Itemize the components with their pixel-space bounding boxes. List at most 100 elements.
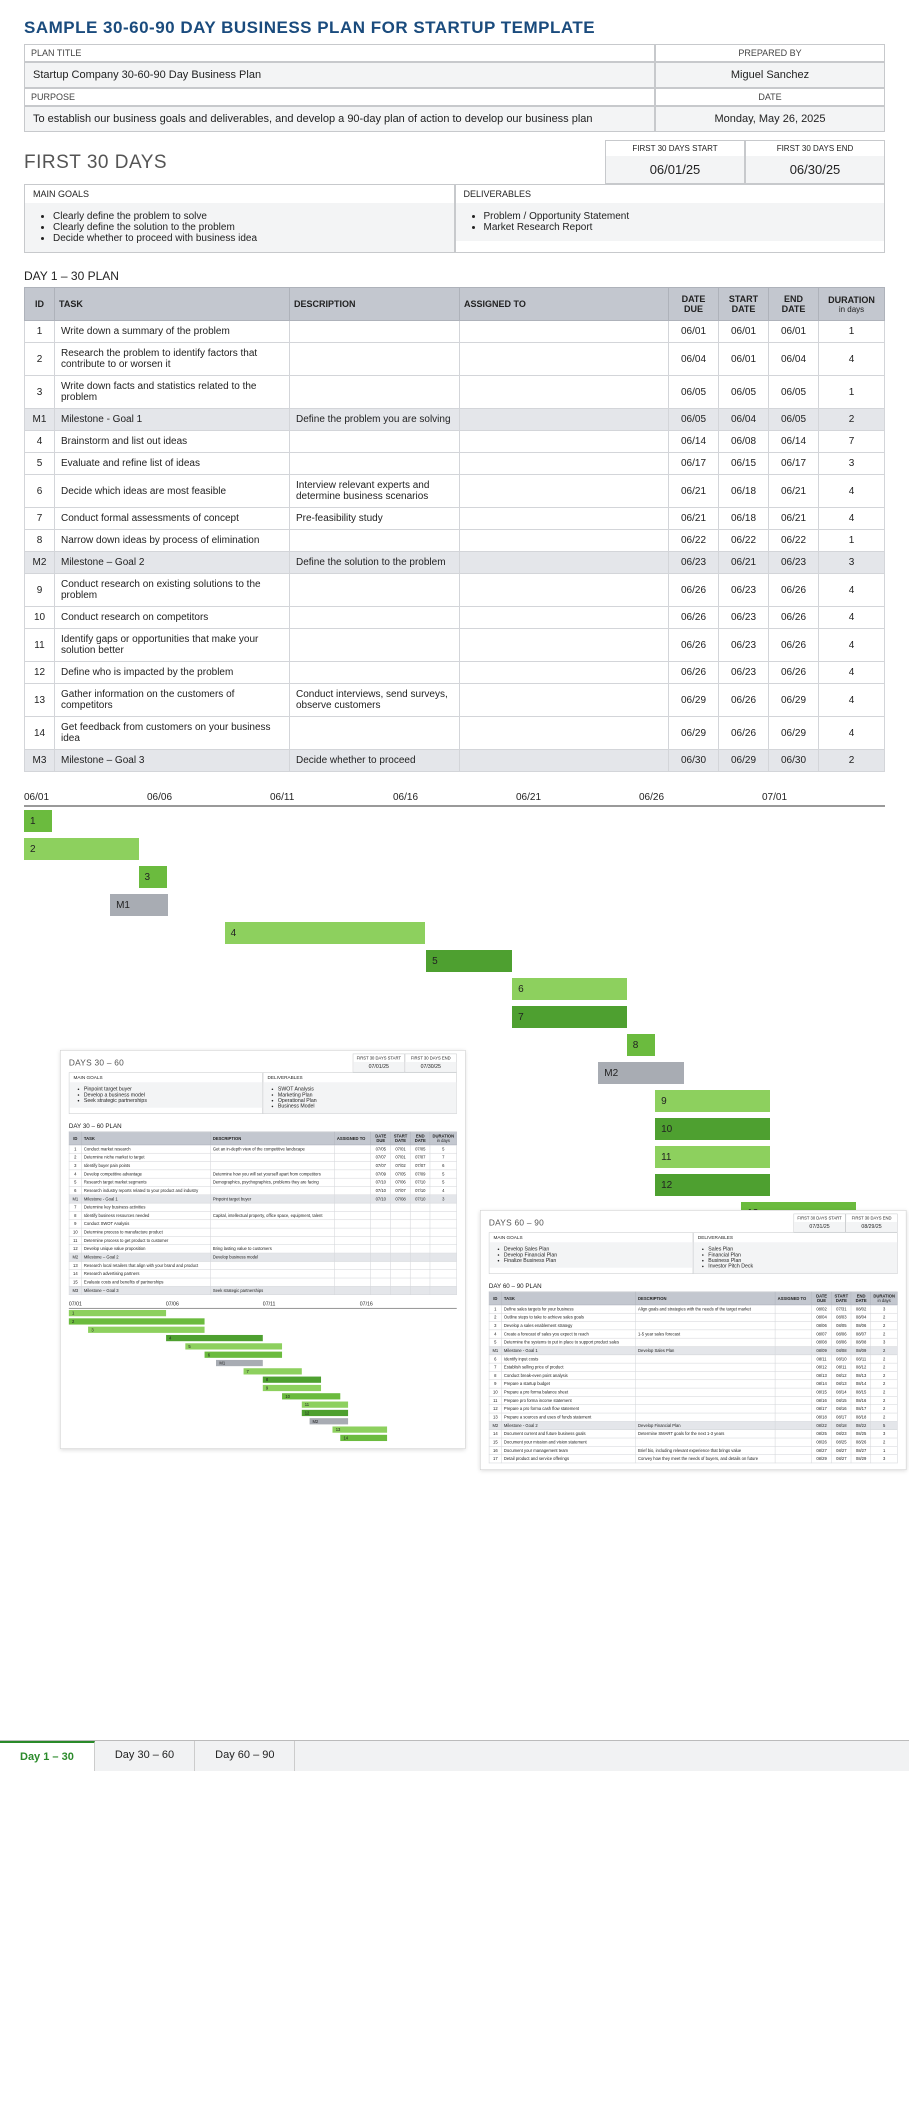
- document-title: SAMPLE 30-60-90 DAY BUSINESS PLAN FOR ST…: [24, 18, 885, 38]
- plan-1-30-title: DAY 1 – 30 PLAN: [24, 269, 885, 283]
- table-row: 7Conduct formal assessments of conceptPr…: [25, 508, 885, 530]
- table-row: 4Create a forecast of sales you expect t…: [489, 1330, 897, 1338]
- table-row: M2Milestone - Goal 2Develop Financial Pl…: [489, 1421, 897, 1429]
- list-item: Investor Pitch Deck: [708, 1264, 889, 1270]
- gantt-bar: M1: [216, 1360, 263, 1366]
- list-item: Market Research Report: [484, 222, 871, 233]
- table-row: 12Define who is impacted by the problem0…: [25, 662, 885, 684]
- deliverables-list: Problem / Opportunity StatementMarket Re…: [470, 211, 871, 233]
- date-value: Monday, May 26, 2025: [655, 106, 885, 132]
- overlay2-end: 08/29/25: [846, 1222, 897, 1232]
- first-30-dates: FIRST 30 DAYS START 06/01/25 FIRST 30 DA…: [605, 140, 885, 184]
- table-row: 15Document your mission and vision state…: [489, 1438, 897, 1446]
- purpose-value: To establish our business goals and deli…: [24, 106, 655, 132]
- gantt-bar: 3: [88, 1327, 204, 1333]
- sheet-tab[interactable]: Day 60 – 90: [195, 1741, 295, 1771]
- table-row: 16Document your management teamBrief bio…: [489, 1446, 897, 1454]
- table-row: 10Conduct research on competitors06/2606…: [25, 607, 885, 629]
- table-row: 2Research the problem to identify factor…: [25, 343, 885, 376]
- gantt-axis-label: 06/26: [639, 790, 762, 805]
- document-page: SAMPLE 30-60-90 DAY BUSINESS PLAN FOR ST…: [0, 0, 909, 2113]
- overlay-days-60-90: DAYS 60 – 90 FIRST 30 DAYS START07/31/25…: [480, 1210, 906, 1470]
- table-row: M3Milestone – Goal 3Decide whether to pr…: [25, 750, 885, 772]
- main-goals-label: MAIN GOALS: [25, 185, 454, 203]
- table-row: 3Write down facts and statistics related…: [25, 376, 885, 409]
- table-row: 13Research local retailers that align wi…: [69, 1261, 456, 1269]
- gantt-bar: 9: [263, 1385, 321, 1391]
- col-id: ID: [25, 288, 55, 321]
- sheet-tabs: Day 1 – 30Day 30 – 60Day 60 – 90: [0, 1740, 909, 1771]
- table-row: 15Evaluate costs and benefits of partner…: [69, 1278, 456, 1286]
- gantt-bar: 13: [333, 1426, 387, 1432]
- overlay1-goals-list: Pinpoint target buyerDevelop a business …: [77, 1086, 255, 1103]
- col-due: DATE DUE: [669, 288, 719, 321]
- first-30-start-value: 06/01/25: [606, 156, 744, 183]
- overlay1-start-label: FIRST 30 DAYS START: [353, 1054, 404, 1062]
- gantt-bar: 8: [263, 1377, 321, 1383]
- sheet-tab[interactable]: Day 1 – 30: [0, 1741, 95, 1771]
- table-row: 11Determine process to get product to cu…: [69, 1236, 456, 1244]
- table-row: 17Detail product and service offeringsCo…: [489, 1455, 897, 1463]
- overlay-days-30-60: DAYS 30 – 60 FIRST 30 DAYS START07/01/25…: [60, 1050, 466, 1449]
- gantt-bar: 6: [512, 978, 627, 1000]
- col-start: START DATE: [719, 288, 769, 321]
- date-label: DATE: [655, 88, 885, 106]
- gantt-bar: M2: [309, 1418, 348, 1424]
- gantt-bar: 7: [512, 1006, 627, 1028]
- overlay1-end: 07/30/25: [405, 1062, 456, 1072]
- table-row: 5Research target market segmentsDemograp…: [69, 1178, 456, 1186]
- overlay2-end-label: FIRST 30 DAYS END: [846, 1214, 897, 1222]
- purpose-label: PURPOSE: [24, 88, 655, 106]
- table-row: 12Prepare a pro forma cash flow statemen…: [489, 1405, 897, 1413]
- gantt-row: 2: [24, 835, 885, 863]
- table-row: 10Prepare a pro forma balance sheet08/15…: [489, 1388, 897, 1396]
- table-row: 8Identify business resources neededCapit…: [69, 1211, 456, 1219]
- table-row: 9Conduct research on existing solutions …: [25, 574, 885, 607]
- gantt-axis-label: 06/01: [24, 790, 147, 805]
- list-item: Clearly define the solution to the probl…: [53, 222, 440, 233]
- gantt-bar: 10: [655, 1118, 770, 1140]
- table-row: 10Determine process to manufacture produ…: [69, 1228, 456, 1236]
- header-block: PLAN TITLE Startup Company 30-60-90 Day …: [24, 44, 885, 132]
- gantt-axis-label: 07/01: [762, 790, 885, 805]
- table-row: 14Document current and future business g…: [489, 1430, 897, 1438]
- main-goals-list: Clearly define the problem to solveClear…: [39, 211, 440, 244]
- gantt-bar: 7: [243, 1368, 301, 1374]
- plan-title-value: Startup Company 30-60-90 Day Business Pl…: [24, 62, 655, 88]
- table-row: 6Research industry reports related to yo…: [69, 1187, 456, 1195]
- overlay2-deliv-list: Sales PlanFinancial PlanBusiness PlanInv…: [701, 1246, 890, 1269]
- table-row: 13Gather information on the customers of…: [25, 684, 885, 717]
- overlay2-plan-title: DAY 60 – 90 PLAN: [489, 1282, 898, 1289]
- gantt-row: 1: [24, 807, 885, 835]
- table-row: M1Milestone - Goal 1Pinpoint target buye…: [69, 1195, 456, 1203]
- gantt-bar: M1: [110, 894, 168, 916]
- gantt-bar: 8: [627, 1034, 655, 1056]
- sheet-tab[interactable]: Day 30 – 60: [95, 1741, 195, 1771]
- overlay2-goals-list: Develop Sales PlanDevelop Financial Plan…: [497, 1246, 686, 1263]
- gantt-axis-label: 06/21: [516, 790, 639, 805]
- table-row: 3Develop a sales enablement strategy08/0…: [489, 1322, 897, 1330]
- prepared-by-label: PREPARED BY: [655, 44, 885, 62]
- gantt-bar: 14: [340, 1435, 387, 1441]
- table-row: 5Determine the systems to put in place t…: [489, 1338, 897, 1346]
- gantt-bar: 12: [302, 1410, 349, 1416]
- gantt-row: 7: [24, 1003, 885, 1031]
- gantt-bar: 6: [205, 1352, 283, 1358]
- gantt-bar: 2: [24, 838, 139, 860]
- gantt-bar: 10: [282, 1393, 340, 1399]
- table-row: 6Identify input costs08/1108/1008/112: [489, 1355, 897, 1363]
- col-task: TASK: [55, 288, 290, 321]
- col-desc: DESCRIPTION: [290, 288, 460, 321]
- gantt-bar: 5: [426, 950, 512, 972]
- first-30-start-label: FIRST 30 DAYS START: [606, 141, 744, 156]
- gantt-bar: 4: [225, 922, 426, 944]
- overlay2-table: ID TASK DESCRIPTION ASSIGNED TO DATE DUE…: [489, 1292, 898, 1464]
- overlay1-table: ID TASK DESCRIPTION ASSIGNED TO DATE DUE…: [69, 1132, 457, 1295]
- col-end: END DATE: [769, 288, 819, 321]
- gantt-axis-label: 06/16: [393, 790, 516, 805]
- table-row: 1Conduct market researchGet an in-depth …: [69, 1145, 456, 1153]
- table-row: 9Prepare a startup budget08/1408/1308/14…: [489, 1380, 897, 1388]
- col-dur: DURATIONin days: [819, 288, 885, 321]
- table-row: 7Establish selling price of product08/12…: [489, 1363, 897, 1371]
- table-row: M1Milestone - Goal 1Define the problem y…: [25, 409, 885, 431]
